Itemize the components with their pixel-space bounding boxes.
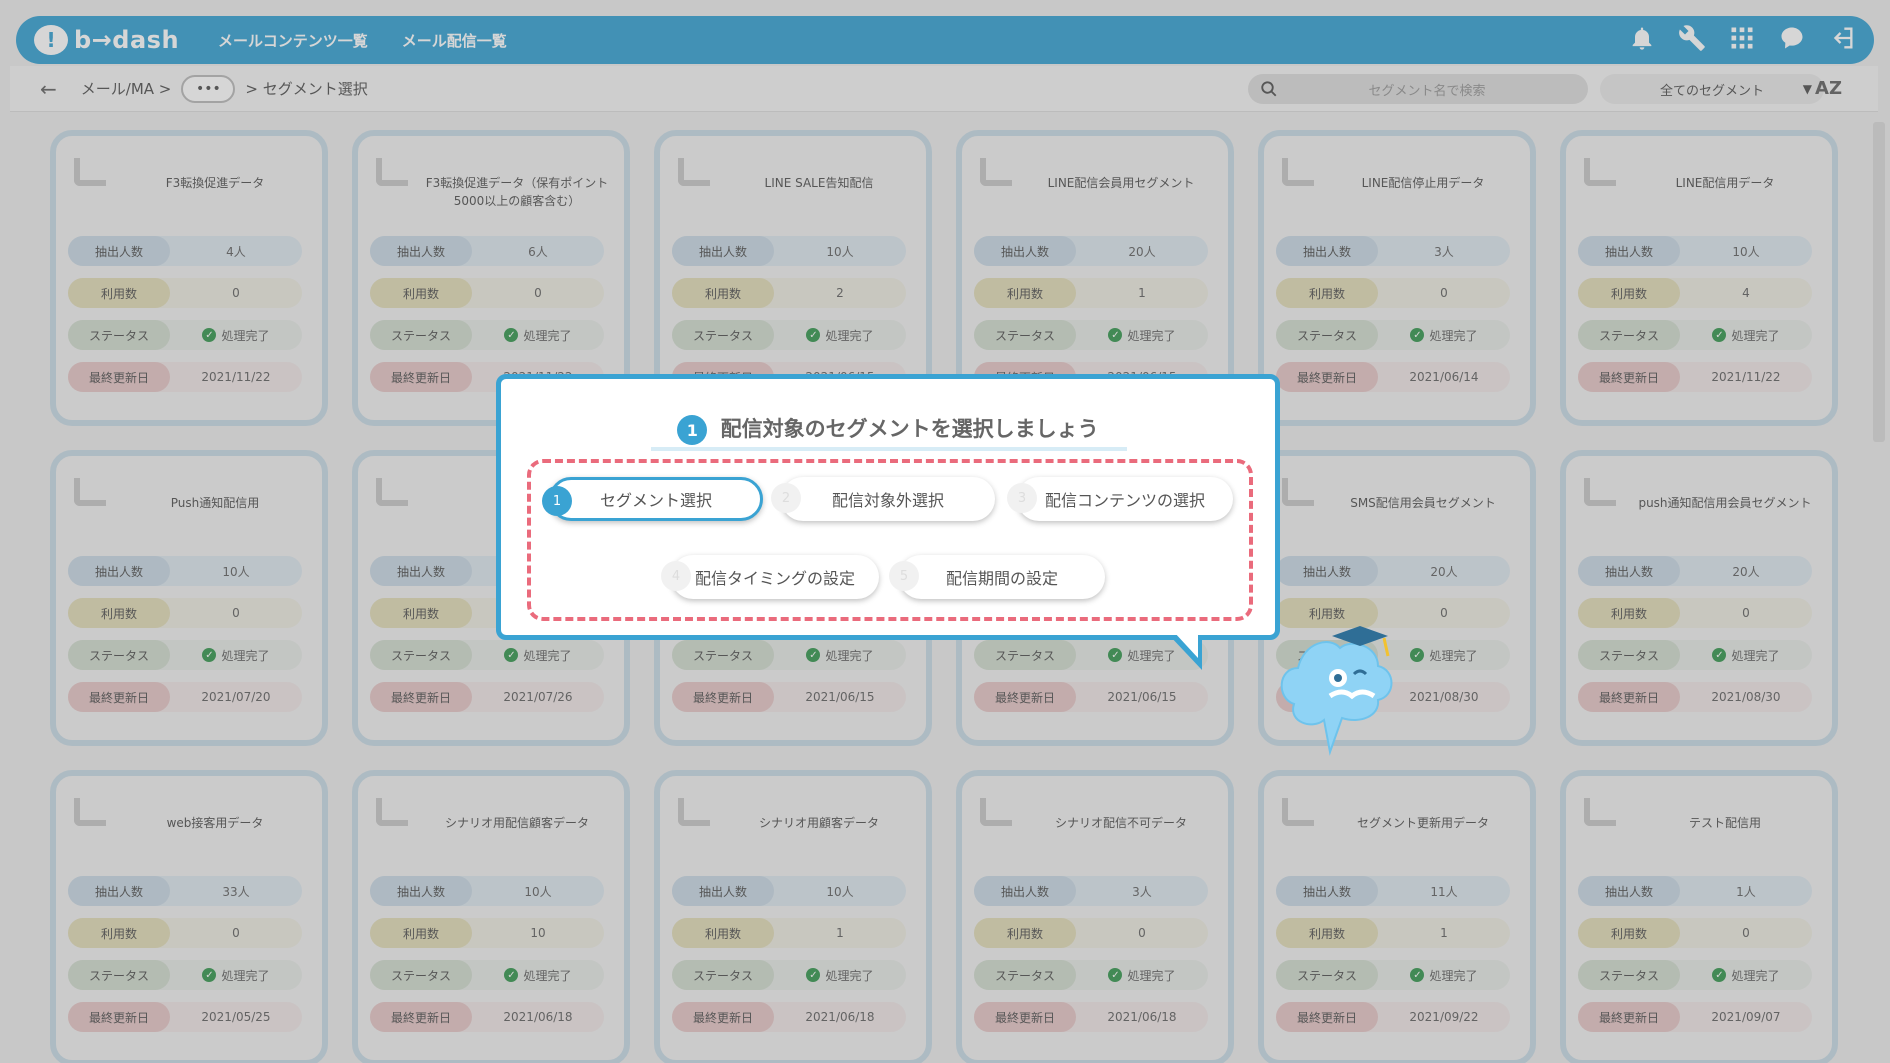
step-number: 4 <box>661 561 691 591</box>
scrollbar-thumb[interactable] <box>1873 122 1885 442</box>
step-number: 2 <box>771 483 801 513</box>
scrollbar[interactable] <box>1870 112 1886 1062</box>
step-period-setting[interactable]: 5 配信期間の設定 <box>889 555 1105 599</box>
step-segment-select[interactable]: 1 セグメント選択 <box>542 477 763 521</box>
tutorial-title: 1 配信対象のセグメントを選択しましょう <box>501 413 1275 445</box>
step-number: 5 <box>889 561 919 591</box>
step-label: 配信タイミングの設定 <box>694 569 855 588</box>
tutorial-title-underline <box>651 447 1127 451</box>
step-label: 配信コンテンツの選択 <box>1044 491 1205 510</box>
steps-highlight-box: 1 セグメント選択 2 配信対象外選択 3 配信コンテンツの選択 4 配信タイミ… <box>527 459 1253 621</box>
step-timing-setting[interactable]: 4 配信タイミングの設定 <box>661 555 879 599</box>
step-exclude-select[interactable]: 2 配信対象外選択 <box>771 477 995 521</box>
tutorial-popup: 1 配信対象のセグメントを選択しましょう 1 セグメント選択 2 配信対象外選択… <box>496 374 1280 640</box>
step-label: 配信期間の設定 <box>945 569 1058 588</box>
step-number: 3 <box>1007 483 1037 513</box>
tutorial-title-text: 配信対象のセグメントを選択しましょう <box>720 417 1099 441</box>
mascot-brain-icon <box>1280 626 1393 756</box>
step-number: 1 <box>542 486 572 516</box>
step-content-select[interactable]: 3 配信コンテンツの選択 <box>1007 477 1233 521</box>
tutorial-step-badge: 1 <box>677 415 708 445</box>
tutorial-tail-inner <box>1174 632 1198 658</box>
step-label: 配信対象外選択 <box>831 491 944 510</box>
step-label: セグメント選択 <box>599 491 712 510</box>
